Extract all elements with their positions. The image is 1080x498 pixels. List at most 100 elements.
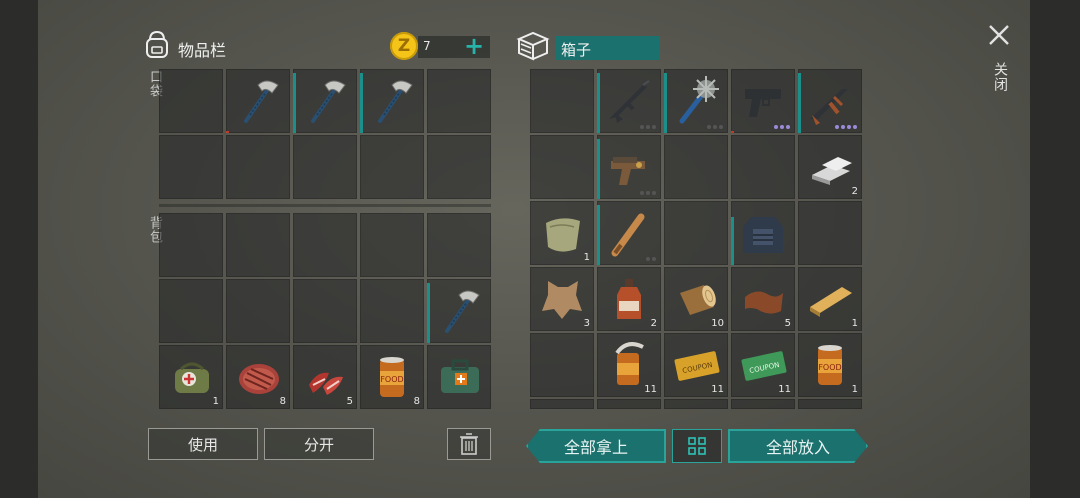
- inventory-slot[interactable]: [159, 213, 223, 277]
- grid-sort-icon: [688, 437, 706, 455]
- item-quantity: 1: [851, 318, 858, 329]
- inventory-slot[interactable]: 5: [293, 345, 357, 409]
- item-quantity: 2: [851, 186, 858, 197]
- put-all-button[interactable]: 全部放入: [728, 429, 868, 463]
- ak-rifle-icon: [810, 89, 848, 125]
- inventory-slot[interactable]: FOOD 8: [360, 345, 424, 409]
- trash-icon: [460, 433, 478, 455]
- backpack-icon: [141, 28, 173, 60]
- inventory-slot[interactable]: [293, 135, 357, 199]
- chest-slot[interactable]: [530, 135, 594, 199]
- section-divider: [159, 204, 491, 207]
- close-button[interactable]: [986, 22, 1012, 48]
- coin-icon: Z: [390, 32, 418, 60]
- chest-slot[interactable]: 2: [597, 267, 661, 331]
- coin-counter: 7 +: [418, 32, 490, 60]
- chest-slot[interactable]: [731, 201, 795, 265]
- raw-meat-icon: [309, 372, 343, 395]
- inventory-slot[interactable]: [159, 279, 223, 343]
- chest-slot[interactable]: 3: [530, 267, 594, 331]
- quality-dots: [646, 257, 656, 261]
- chest-slot-partial[interactable]: [530, 399, 594, 409]
- inventory-slot[interactable]: [427, 213, 491, 277]
- hatchet-icon: [378, 80, 413, 123]
- chest-slot[interactable]: COUPON 11: [731, 333, 795, 397]
- inventory-slot[interactable]: [159, 135, 223, 199]
- chest-slot[interactable]: [597, 201, 661, 265]
- chest-slot[interactable]: 10: [664, 267, 728, 331]
- inventory-slot[interactable]: [159, 69, 223, 133]
- chest-slot[interactable]: 2: [798, 135, 862, 199]
- hatchet-icon: [244, 80, 279, 123]
- chest-slot[interactable]: [664, 135, 728, 199]
- inventory-slot[interactable]: [360, 135, 424, 199]
- chest-slot[interactable]: [798, 69, 862, 133]
- chest-slot-partial[interactable]: [664, 399, 728, 409]
- item-quantity: 1: [851, 384, 858, 395]
- quality-dots: [835, 125, 857, 129]
- spiked-mace-icon: [679, 76, 719, 124]
- animal-hide-icon: [542, 281, 582, 319]
- chest-slot[interactable]: [597, 135, 661, 199]
- item-quantity: 11: [644, 384, 657, 395]
- sort-button[interactable]: [672, 429, 722, 463]
- first-aid-bag-icon: [175, 362, 209, 393]
- chest-title-field[interactable]: 箱子: [555, 36, 660, 60]
- chest-slot[interactable]: [731, 135, 795, 199]
- chest-slot[interactable]: COUPON 11: [664, 333, 728, 397]
- inventory-slot[interactable]: [427, 69, 491, 133]
- add-coins-button[interactable]: +: [464, 32, 484, 60]
- inventory-slot[interactable]: [360, 213, 424, 277]
- chest-slot[interactable]: [597, 69, 661, 133]
- chest-title: 箱子: [561, 41, 592, 59]
- take-all-button[interactable]: 全部拿上: [526, 429, 666, 463]
- chest-slot[interactable]: [731, 69, 795, 133]
- inventory-slot[interactable]: [360, 279, 424, 343]
- chest-slot-partial[interactable]: [731, 399, 795, 409]
- inventory-slot[interactable]: [293, 213, 357, 277]
- item-quantity: 1: [212, 396, 219, 407]
- item-quantity: 3: [583, 318, 590, 329]
- chest-slot[interactable]: 1: [530, 201, 594, 265]
- inventory-slot[interactable]: [226, 69, 290, 133]
- inventory-slot[interactable]: [427, 345, 491, 409]
- chest-slot[interactable]: 5: [731, 267, 795, 331]
- inventory-slot[interactable]: [293, 69, 357, 133]
- inventory-slot[interactable]: [293, 279, 357, 343]
- item-quantity: 2: [650, 318, 657, 329]
- chest-slot-partial[interactable]: [798, 399, 862, 409]
- game-screen: 物品栏 Z 7 + 口袋 背包 1 8 5 FOOD 8 箱子 2 1 3 2 10 5 1 11 CO…: [38, 0, 1030, 498]
- inventory-slot[interactable]: [226, 135, 290, 199]
- chest-slot[interactable]: FOOD 1: [798, 333, 862, 397]
- chest-slot-partial[interactable]: [597, 399, 661, 409]
- durability-bar: [427, 283, 430, 343]
- coin-count: 7: [423, 39, 431, 53]
- inventory-slot[interactable]: [427, 279, 491, 343]
- inventory-slot[interactable]: 8: [226, 345, 290, 409]
- item-quantity: 5: [784, 318, 791, 329]
- canned-food-icon: FOOD: [380, 357, 404, 397]
- inventory-slot[interactable]: 1: [159, 345, 223, 409]
- inventory-slot[interactable]: [360, 69, 424, 133]
- chest-slot[interactable]: [664, 201, 728, 265]
- inventory-slot[interactable]: [226, 279, 290, 343]
- inventory-slot[interactable]: [226, 213, 290, 277]
- chest-slot[interactable]: [664, 69, 728, 133]
- crate-icon: [516, 30, 550, 62]
- durability-bar: [597, 73, 600, 133]
- hatchet-icon: [311, 80, 346, 123]
- chest-slot[interactable]: [798, 201, 862, 265]
- durability-bar: [731, 217, 734, 265]
- quality-dots: [640, 191, 656, 195]
- durability-bar: [293, 73, 296, 133]
- use-button[interactable]: 使用: [148, 428, 258, 460]
- inventory-slot[interactable]: [427, 135, 491, 199]
- chest-slot[interactable]: [530, 69, 594, 133]
- chest-slot[interactable]: 1: [798, 267, 862, 331]
- split-button[interactable]: 分开: [264, 428, 374, 460]
- svg-text:FOOD: FOOD: [380, 375, 403, 384]
- chest-slot[interactable]: 11: [597, 333, 661, 397]
- trash-button[interactable]: [447, 428, 491, 460]
- chest-slot[interactable]: [530, 333, 594, 397]
- wood-plank-icon: [810, 287, 852, 317]
